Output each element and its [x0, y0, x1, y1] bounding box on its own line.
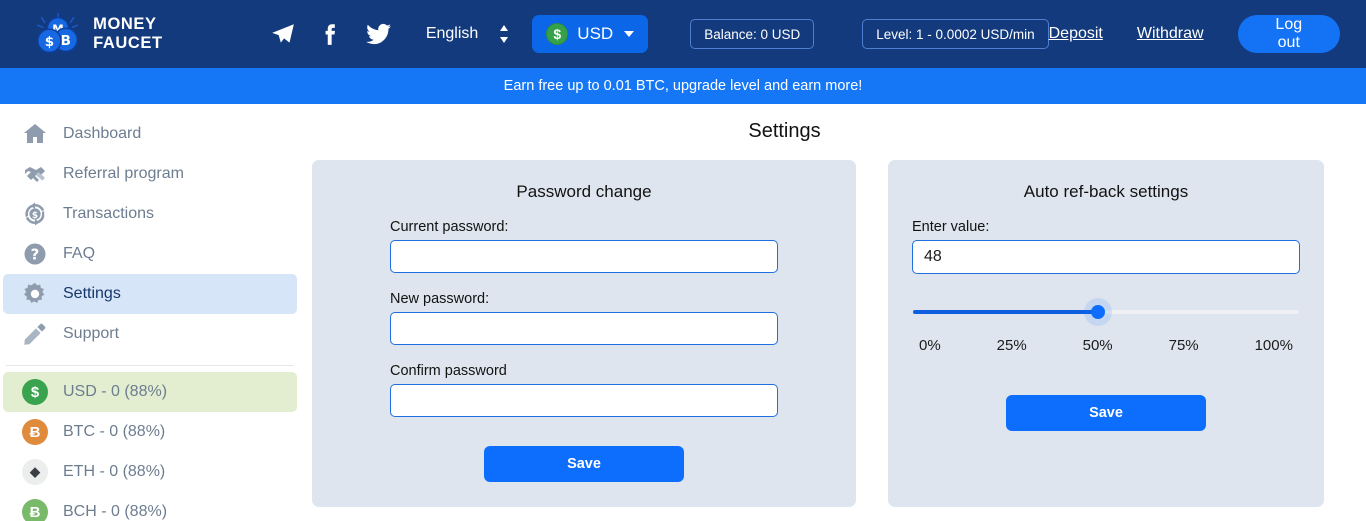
current-password-label: Current password: [390, 219, 509, 235]
question-circle-icon: ? [24, 243, 46, 265]
sidebar-divider [6, 365, 294, 366]
sidebar-currency-label: BTC - 0 (88%) [63, 423, 166, 440]
slider-tick: 75% [1168, 337, 1199, 354]
usd-coin-icon: $ [546, 23, 569, 45]
slider-tick: 0% [919, 337, 941, 354]
language-label: English [425, 25, 479, 42]
home-icon [24, 124, 46, 143]
brand-name: MONEY FAUCET [93, 15, 163, 52]
balance-badge: Balance: 0 USD [690, 19, 815, 49]
slider-tick: 25% [996, 337, 1027, 354]
refback-slider[interactable]: 0% 25% 50% 75% 100% [912, 303, 1300, 354]
enter-value-label: Enter value: [912, 219, 990, 235]
sidebar-item-label: Dashboard [63, 125, 142, 142]
confirm-password-input[interactable] [390, 384, 778, 417]
sidebar-currency-bch[interactable]: Ƀ BCH - 0 (88%) [3, 492, 297, 521]
main-content: Settings Password change Current passwor… [300, 104, 1366, 521]
refback-value-input[interactable] [912, 240, 1300, 274]
new-password-label: New password: [390, 291, 490, 307]
usd-coin-icon: $ [22, 379, 48, 405]
panel-title: Auto ref-back settings [1023, 182, 1189, 201]
password-change-panel: Password change Current password: New pa… [312, 160, 856, 507]
sidebar-item-label: Referral program [63, 165, 184, 182]
language-selector[interactable]: English [426, 24, 510, 44]
currency-code: USD [577, 24, 614, 43]
current-password-input[interactable] [390, 240, 778, 273]
sidebar: Dashboard Referral program $ Transaction… [0, 104, 300, 521]
sidebar-item-referral-program[interactable]: Referral program [3, 154, 297, 194]
sidebar-currency-label: USD - 0 (88%) [63, 383, 168, 400]
new-password-input[interactable] [390, 312, 778, 345]
sidebar-item-label: Transactions [63, 205, 154, 222]
slider-tick: 100% [1254, 337, 1293, 354]
refback-save-button[interactable]: Save [1006, 395, 1206, 431]
page-body: Dashboard Referral program $ Transaction… [0, 104, 1366, 521]
sidebar-currency-label: ETH - 0 (88%) [63, 463, 166, 480]
sidebar-item-transactions[interactable]: $ Transactions [3, 194, 297, 234]
logout-button[interactable]: Log out [1237, 15, 1340, 53]
auto-refback-panel: Auto ref-back settings Enter value: 0% 2… [888, 160, 1324, 507]
caret-down-icon [624, 31, 635, 37]
app-header: M B $ MONEY FAUCET English $ USD Balance… [0, 0, 1366, 68]
social-links [270, 21, 392, 47]
eth-coin-icon: ◆ [22, 459, 48, 485]
header-actions: Deposit Withdraw Log out [1049, 15, 1340, 53]
sidebar-currency-eth[interactable]: ◆ ETH - 0 (88%) [3, 452, 297, 492]
slider-track-fill [913, 310, 1099, 314]
sidebar-currency-usd[interactable]: $ USD - 0 (88%) [3, 372, 297, 412]
panel-title: Password change [516, 182, 652, 201]
facebook-icon[interactable] [318, 21, 344, 47]
transactions-refresh-dollar-icon: $ [25, 202, 45, 226]
sidebar-item-faq[interactable]: ? FAQ [3, 234, 297, 274]
btc-coin-icon: Ƀ [22, 419, 48, 445]
gear-icon [24, 282, 45, 303]
sidebar-item-label: Settings [63, 285, 121, 302]
brand[interactable]: M B $ MONEY FAUCET [34, 11, 226, 57]
telegram-icon[interactable] [270, 21, 296, 47]
password-save-button[interactable]: Save [484, 446, 684, 482]
settings-panels: Password change Current password: New pa… [300, 160, 1366, 507]
level-badge: Level: 1 - 0.0002 USD/min [862, 19, 1049, 49]
slider-thumb[interactable] [1091, 305, 1106, 319]
handshake-icon [25, 167, 45, 182]
svg-text:$: $ [32, 211, 38, 221]
sidebar-item-settings[interactable]: Settings [3, 274, 297, 314]
sidebar-currency-btc[interactable]: Ƀ BTC - 0 (88%) [3, 412, 297, 452]
promo-banner: Earn free up to 0.01 BTC, upgrade level … [0, 68, 1366, 104]
coins-logo-icon: M B $ [37, 13, 79, 53]
svg-text:$: $ [45, 35, 54, 50]
sort-updown-icon[interactable] [498, 24, 510, 44]
slider-ticks: 0% 25% 50% 75% 100% [913, 337, 1299, 354]
slider-tick: 50% [1082, 337, 1113, 354]
twitter-icon[interactable] [365, 21, 392, 47]
svg-text:B: B [61, 34, 71, 49]
sidebar-item-label: FAQ [63, 245, 96, 262]
deposit-link[interactable]: Deposit [1049, 25, 1103, 43]
withdraw-link[interactable]: Withdraw [1137, 25, 1204, 43]
sidebar-item-label: Support [63, 325, 120, 342]
bch-coin-icon: Ƀ [22, 499, 48, 521]
page-title: Settings [748, 120, 821, 142]
svg-text:?: ? [31, 246, 40, 264]
sidebar-currency-label: BCH - 0 (88%) [63, 503, 168, 520]
pencil-icon [24, 323, 46, 345]
sidebar-item-dashboard[interactable]: Dashboard [3, 114, 297, 154]
sidebar-item-support[interactable]: Support [3, 314, 297, 354]
confirm-password-label: Confirm password [390, 363, 507, 379]
currency-selector-button[interactable]: $ USD [532, 15, 649, 53]
slider-track[interactable] [913, 303, 1299, 321]
